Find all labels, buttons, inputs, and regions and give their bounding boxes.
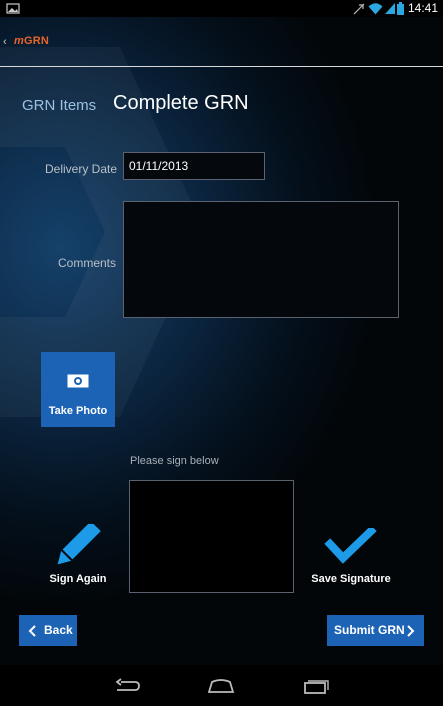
- delivery-date-label: Delivery Date: [45, 162, 118, 176]
- app-logo[interactable]: mGRN: [14, 35, 49, 47]
- breadcrumb[interactable]: GRN Items: [22, 97, 96, 114]
- take-photo-label: Take Photo: [48, 405, 108, 417]
- save-signature-button[interactable]: Save Signature: [308, 528, 394, 588]
- page-title: Complete GRN: [113, 92, 249, 114]
- submit-label: Submit GRN: [334, 623, 405, 637]
- wifi-icon: [368, 3, 383, 15]
- image-icon: [6, 3, 20, 14]
- signal-off-icon: [353, 3, 365, 15]
- nav-home-icon[interactable]: [207, 678, 235, 694]
- signature-pad[interactable]: [129, 480, 294, 593]
- clock: 14:41: [407, 1, 438, 15]
- save-signature-label: Save Signature: [311, 573, 391, 585]
- chevron-right-icon: [407, 625, 415, 637]
- status-bar: 14:41: [0, 0, 443, 17]
- back-button[interactable]: Back: [19, 615, 77, 646]
- header-divider: [0, 66, 443, 67]
- signal-icon: [385, 3, 395, 14]
- take-photo-button[interactable]: Take Photo: [41, 352, 115, 427]
- app-logo-text: GRN: [23, 35, 50, 47]
- delivery-date-field[interactable]: 01/11/2013: [123, 152, 265, 180]
- comments-label: Comments: [58, 256, 117, 270]
- chevron-left-icon: [28, 625, 36, 637]
- comments-field[interactable]: [123, 201, 399, 318]
- nav-back-icon[interactable]: [115, 678, 141, 694]
- checkmark-icon: [324, 528, 377, 564]
- signature-hint: Please sign below: [130, 455, 219, 467]
- pencil-icon: [57, 524, 101, 565]
- sign-again-button[interactable]: Sign Again: [44, 524, 112, 586]
- submit-grn-button[interactable]: Submit GRN: [327, 615, 424, 646]
- nav-recents-icon[interactable]: [303, 678, 329, 694]
- system-nav-bar: [0, 665, 443, 706]
- battery-icon: [397, 2, 404, 15]
- camera-icon: [67, 374, 89, 388]
- app-logo-prefix: m: [14, 35, 24, 47]
- action-bar: ‹ mGRN: [0, 17, 443, 66]
- back-label: Back: [44, 623, 73, 637]
- sign-again-label: Sign Again: [49, 573, 107, 585]
- up-caret[interactable]: ‹: [3, 36, 7, 48]
